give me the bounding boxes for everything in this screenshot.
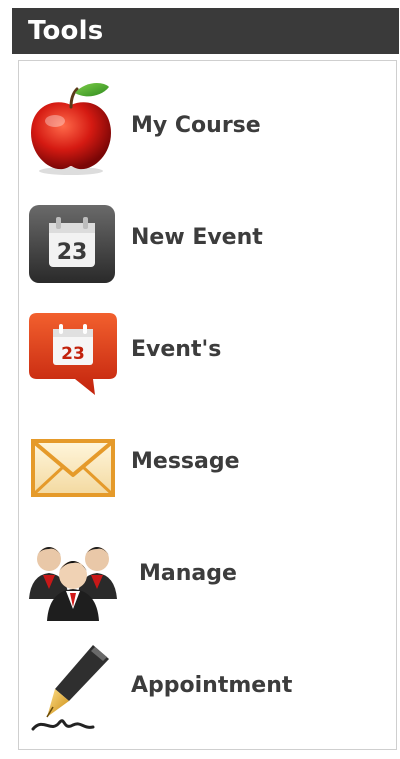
calendar-day-number: 23 [57, 240, 88, 265]
calendar-day-number: 23 [61, 344, 85, 364]
tools-panel: Tools My Course 23 New Event 23 Event's … [12, 8, 399, 752]
tool-label: Event's [131, 336, 222, 362]
envelope-icon [23, 413, 123, 513]
tool-item-manage[interactable]: Manage [19, 517, 396, 629]
tool-label: My Course [131, 112, 261, 138]
apple-icon [23, 77, 123, 177]
pen-signature-icon [23, 637, 123, 737]
tool-label: Manage [139, 560, 237, 586]
tool-label: Appointment [131, 672, 293, 698]
tool-item-new-event[interactable]: 23 New Event [19, 181, 396, 293]
tool-item-appointment[interactable]: Appointment [19, 629, 396, 741]
tool-label: New Event [131, 224, 263, 250]
tool-item-my-course[interactable]: My Course [19, 69, 396, 181]
tool-item-events[interactable]: 23 Event's [19, 293, 396, 405]
calendar-bubble-icon: 23 [23, 301, 123, 401]
calendar-icon: 23 [23, 189, 123, 289]
users-group-icon [23, 525, 123, 625]
tools-list: My Course 23 New Event 23 Event's Messag… [18, 60, 397, 750]
panel-header: Tools [12, 8, 399, 54]
panel-title: Tools [28, 16, 104, 46]
tool-label: Message [131, 448, 240, 474]
tool-item-message[interactable]: Message [19, 405, 396, 517]
